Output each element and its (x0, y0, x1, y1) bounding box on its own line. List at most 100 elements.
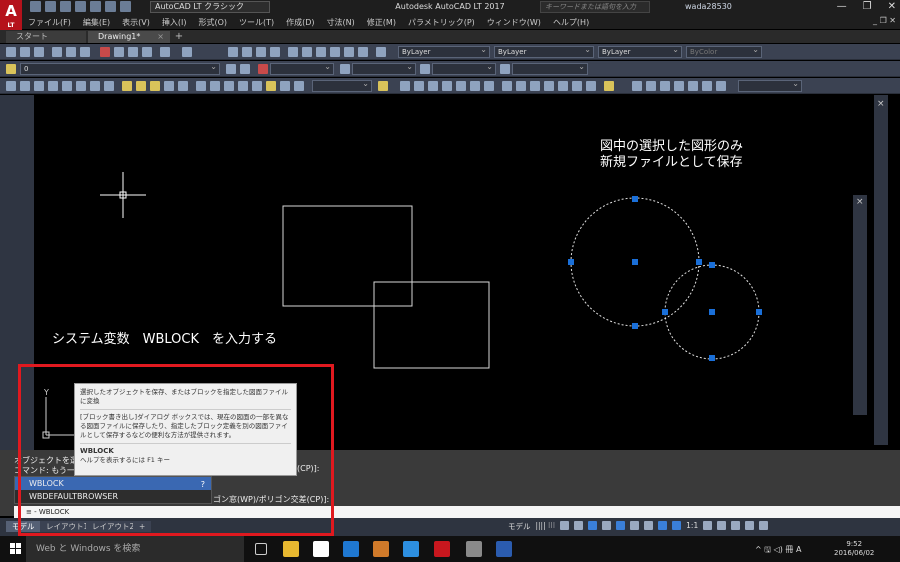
save-icon[interactable] (34, 47, 44, 57)
preview-icon[interactable] (66, 47, 76, 57)
tool-taskbar-icon[interactable] (466, 541, 482, 557)
windows-start-button[interactable] (10, 543, 22, 555)
explorer-icon[interactable] (283, 541, 299, 557)
dim-text-edit-icon[interactable] (238, 81, 248, 91)
diameter-icon[interactable] (90, 81, 100, 91)
taskbar-search[interactable]: Web と Windows を検索 (26, 536, 244, 562)
match-properties-icon[interactable] (142, 47, 152, 57)
menu-window[interactable]: ウィンドウ(W) (481, 17, 547, 28)
auto-scale-icon[interactable] (672, 521, 682, 530)
osnap-midpoint-icon[interactable] (414, 81, 424, 91)
store-icon[interactable] (313, 541, 329, 557)
osnap-center-icon[interactable] (470, 81, 480, 91)
system-tray[interactable]: ^ 🖫 ◁) 冊 A (755, 544, 801, 558)
search-input[interactable]: キーワードまたは語句を入力 (540, 1, 650, 13)
pan-icon[interactable] (228, 47, 238, 57)
paste-icon[interactable] (128, 47, 138, 57)
table-style-icon[interactable] (420, 64, 430, 74)
menu-help[interactable]: ヘルプ(H) (547, 17, 595, 28)
mleader-style-dropdown[interactable] (512, 62, 588, 75)
osnap-perpendicular-icon[interactable] (516, 81, 526, 91)
osnap-insert-icon[interactable] (544, 81, 554, 91)
viewport-lock-icon[interactable] (716, 81, 726, 91)
user-name[interactable]: wada28530 (685, 2, 732, 11)
grid-toggle[interactable]: |||| ⁝⁝⁝ (536, 521, 556, 532)
snap-icon[interactable] (560, 521, 570, 530)
panel-close-icon[interactable]: × (877, 99, 885, 109)
ie-icon[interactable] (403, 541, 419, 557)
osnap-tangent-icon[interactable] (502, 81, 512, 91)
baseline-icon[interactable] (136, 81, 146, 91)
menu-tools[interactable]: ツール(T) (233, 17, 280, 28)
osnap-nearest-icon[interactable] (572, 81, 582, 91)
new-tab-button[interactable]: + (172, 31, 186, 43)
center-mark-icon[interactable] (178, 81, 188, 91)
edge-icon[interactable] (343, 541, 359, 557)
new-icon[interactable] (30, 1, 41, 12)
osnap-intersection-icon[interactable] (428, 81, 438, 91)
menu-draw[interactable]: 作成(D) (280, 17, 320, 28)
viewport-icon[interactable] (674, 81, 684, 91)
jogged-linear-icon[interactable] (210, 81, 220, 91)
annotation-scale[interactable]: 1:1 (686, 521, 698, 532)
text-style-icon[interactable] (258, 64, 268, 74)
layer-properties-icon[interactable] (6, 64, 16, 74)
properties-icon[interactable] (288, 47, 298, 57)
layer-previous-icon[interactable] (240, 64, 250, 74)
lineweight-icon[interactable] (630, 521, 640, 530)
tab-close-icon[interactable]: × (157, 31, 164, 43)
media-icon[interactable] (373, 541, 389, 557)
inspect-icon[interactable] (196, 81, 206, 91)
markup-icon[interactable] (344, 47, 354, 57)
zoom-window-icon[interactable] (256, 47, 266, 57)
menu-modify[interactable]: 修正(M) (361, 17, 402, 28)
print-icon[interactable] (52, 47, 62, 57)
save-icon[interactable] (60, 1, 71, 12)
osnap-node-icon[interactable] (558, 81, 568, 91)
dim-style-dropdown[interactable] (352, 62, 416, 75)
dim-break-icon[interactable] (294, 81, 304, 91)
tab-start[interactable]: スタート (6, 31, 86, 43)
workspace-gear-icon[interactable] (703, 521, 713, 530)
word-icon[interactable] (496, 541, 512, 557)
menu-edit[interactable]: 編集(E) (77, 17, 116, 28)
isolate-icon[interactable] (731, 521, 741, 530)
osnap-none-icon[interactable] (586, 81, 596, 91)
dim-style-select[interactable] (312, 79, 372, 92)
open-icon[interactable] (45, 1, 56, 12)
radius-icon[interactable] (62, 81, 72, 91)
angular-icon[interactable] (104, 81, 114, 91)
ortho-icon[interactable] (574, 521, 584, 530)
open-icon[interactable] (20, 47, 30, 57)
annotation-visibility-icon[interactable] (658, 521, 668, 530)
taskbar-clock[interactable]: 9:52 2016/06/02 (834, 540, 874, 558)
tool-palettes-icon[interactable] (316, 47, 326, 57)
undo-icon[interactable] (105, 1, 116, 12)
menu-file[interactable]: ファイル(F) (22, 17, 77, 28)
dim-style-manager-icon[interactable] (266, 81, 276, 91)
customize-icon[interactable] (759, 521, 769, 530)
view-icon[interactable] (632, 81, 642, 91)
publish-icon[interactable] (80, 47, 90, 57)
polar-icon[interactable] (588, 521, 598, 530)
dim-style-icon[interactable] (340, 64, 350, 74)
print-icon[interactable] (90, 1, 101, 12)
new-icon[interactable] (6, 47, 16, 57)
dim-space-icon[interactable] (280, 81, 290, 91)
make-current-icon[interactable] (226, 64, 236, 74)
doc-window-controls[interactable]: _ ❐ ✕ (873, 16, 896, 25)
mleader-style-icon[interactable] (500, 64, 510, 74)
minimize-button[interactable]: — (837, 0, 847, 14)
help-icon[interactable] (376, 47, 386, 57)
close-button[interactable]: ✕ (888, 0, 896, 14)
redo-icon[interactable] (182, 47, 192, 57)
dim-edit-icon[interactable] (224, 81, 234, 91)
ordinate-icon[interactable] (48, 81, 58, 91)
tab-drawing1[interactable]: Drawing1* × (88, 31, 170, 43)
panel2-close-icon[interactable]: × (856, 197, 864, 207)
maximize-button[interactable]: ❐ (863, 0, 872, 14)
osnap-quadrant-icon[interactable] (484, 81, 494, 91)
arc-length-icon[interactable] (34, 81, 44, 91)
menu-view[interactable]: 表示(V) (116, 17, 156, 28)
properties-panel-collapsed[interactable]: × (853, 195, 867, 415)
